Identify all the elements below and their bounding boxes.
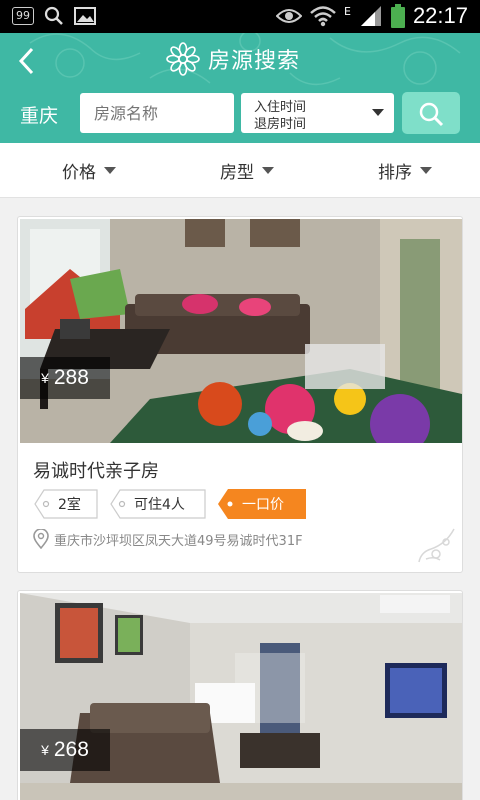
gallery-icon: [74, 7, 96, 25]
checkout-date-label: 退房时间: [254, 117, 307, 132]
filter-bar: 价格 房型 排序: [0, 143, 480, 198]
header: 房源搜索 重庆 入住时间 退房时间: [0, 33, 480, 143]
flower-logo-icon: [166, 42, 200, 76]
house-name-input[interactable]: [80, 93, 234, 133]
address: 重庆市沙坪坝区凤天大道49号易诚时代31F: [32, 529, 303, 549]
listing-card[interactable]: ¥ 288 易诚时代亲子房 2室 可住4人 一口价 重庆市沙坪坝区凤天大道49号…: [17, 216, 463, 573]
wifi-icon: [310, 6, 336, 27]
page-title: 房源搜索: [166, 41, 300, 77]
listing-card[interactable]: ¥ 268: [17, 590, 463, 800]
search-button[interactable]: [402, 92, 460, 134]
tag-rooms-text: 2室: [58, 497, 81, 513]
filter-room-type-label: 房型: [220, 163, 254, 183]
filter-sort[interactable]: 排序: [378, 158, 432, 183]
tag-fixed-price-text: 一口价: [242, 497, 284, 513]
chevron-down-icon: [420, 167, 432, 174]
tag-fixed-price: 一口价: [218, 489, 306, 519]
chevron-down-icon: [104, 167, 116, 174]
filter-price-label: 价格: [62, 163, 96, 183]
clock: 22:17: [412, 3, 468, 28]
city-selector[interactable]: 重庆: [20, 101, 58, 128]
tag-capacity-text: 可住4人: [134, 497, 185, 513]
tag-rooms: 2室: [34, 489, 98, 519]
chevron-down-icon: [262, 167, 274, 174]
price-badge: ¥ 268: [20, 729, 110, 771]
currency-symbol: ¥: [41, 370, 49, 386]
back-button[interactable]: [10, 41, 44, 81]
price-value: 268: [53, 738, 89, 761]
network-type-label: E: [343, 5, 351, 18]
listing-title: 易诚时代亲子房: [33, 461, 159, 482]
listing-photo: [20, 219, 462, 443]
eye-icon: [275, 9, 302, 23]
chevron-down-icon: [372, 109, 384, 116]
filter-room-type[interactable]: 房型: [220, 158, 274, 183]
title-text: 房源搜索: [208, 49, 301, 74]
price-badge: ¥ 288: [20, 357, 110, 399]
date-range-select[interactable]: 入住时间 退房时间: [241, 93, 394, 133]
filter-sort-label: 排序: [378, 163, 412, 183]
filter-price[interactable]: 价格: [62, 158, 116, 183]
currency-symbol: ¥: [41, 742, 49, 758]
search-icon: [44, 6, 63, 25]
battery-icon: [390, 4, 405, 28]
corner-ornament-icon: [418, 528, 455, 563]
search-icon: [419, 102, 444, 127]
price-value: 288: [53, 366, 89, 389]
signal-icon: [360, 6, 381, 26]
notification-count-icon: 99: [12, 7, 34, 25]
address-text: 重庆市沙坪坝区凤天大道49号易诚时代31F: [54, 533, 303, 549]
location-pin-icon: [33, 529, 49, 549]
tag-capacity: 可住4人: [110, 489, 206, 519]
status-bar: 99 E 22:17: [0, 0, 480, 33]
